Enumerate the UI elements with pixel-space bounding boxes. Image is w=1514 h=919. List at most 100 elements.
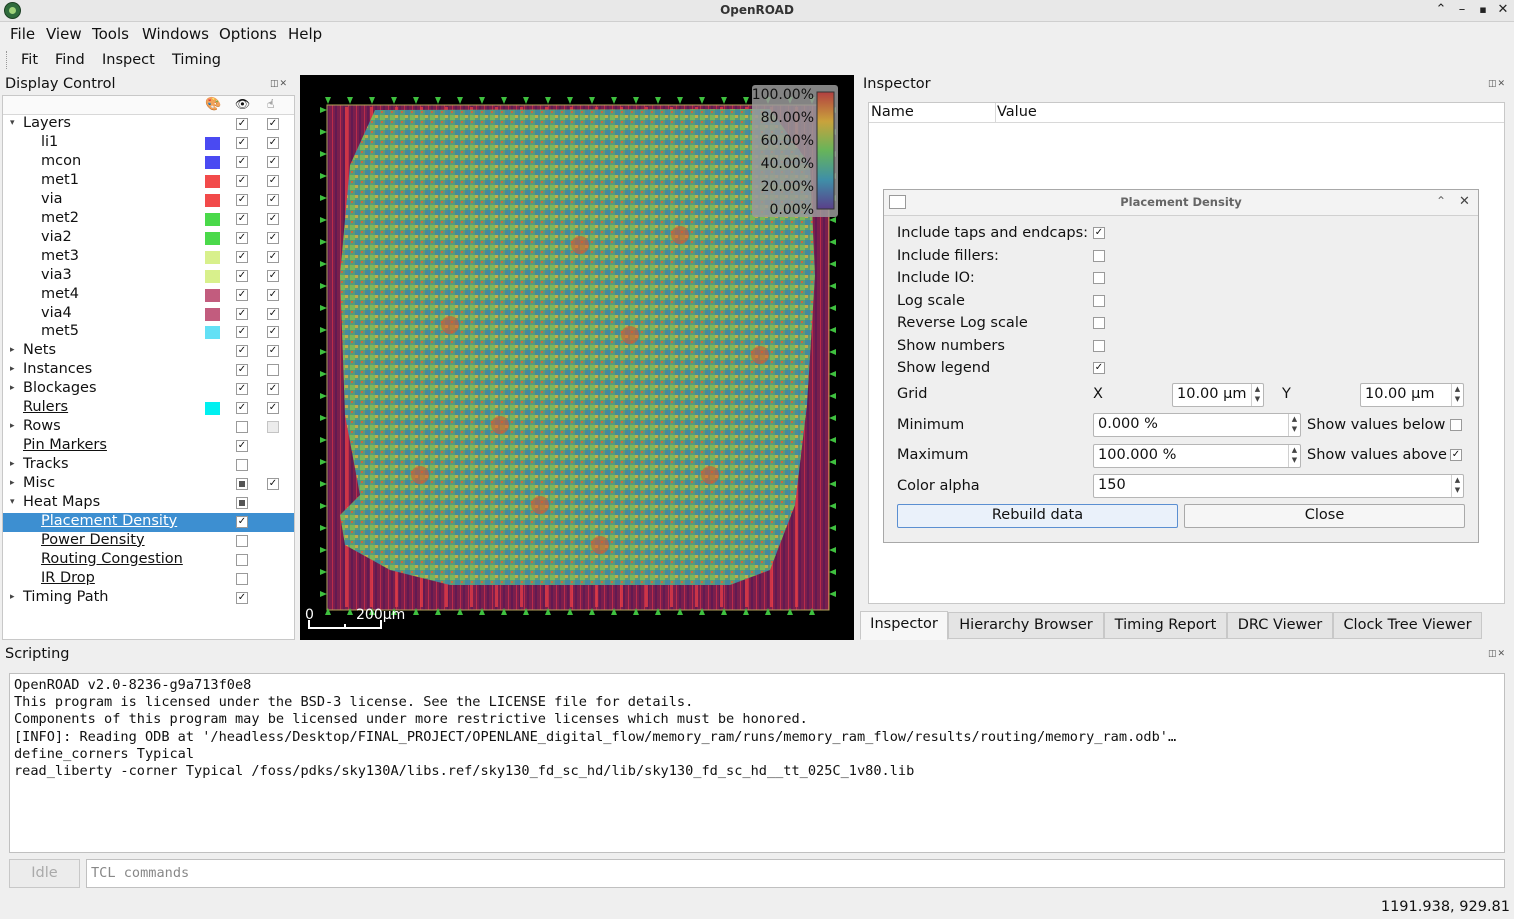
expand-arrow-icon[interactable]: ▾ bbox=[10, 118, 15, 128]
inspect-button[interactable]: Inspect bbox=[102, 52, 155, 68]
selectable-checkbox[interactable]: ✓ bbox=[267, 193, 279, 206]
selectable-checkbox[interactable]: ✓ bbox=[267, 288, 279, 301]
show-values-above-checkbox[interactable]: ✓ bbox=[1450, 449, 1462, 461]
tree-row[interactable]: IR Drop bbox=[3, 570, 294, 589]
visible-checkbox[interactable]: ✓ bbox=[236, 440, 248, 453]
density-option-checkbox[interactable]: ✓ bbox=[1093, 362, 1105, 374]
selectable-checkbox[interactable] bbox=[267, 421, 279, 434]
visible-checkbox[interactable]: ✓ bbox=[236, 250, 248, 263]
tree-row[interactable]: met3 ✓ ✓ bbox=[3, 248, 294, 267]
visible-checkbox[interactable]: ✓ bbox=[236, 307, 248, 320]
visible-checkbox[interactable] bbox=[236, 572, 248, 585]
tree-row[interactable]: Routing Congestion bbox=[3, 551, 294, 570]
tree-row[interactable]: Rulers ✓ ✓ bbox=[3, 399, 294, 418]
tree-row[interactable]: ▸ Rows bbox=[3, 418, 294, 437]
find-button[interactable]: Find bbox=[55, 52, 85, 68]
selectable-checkbox[interactable]: ✓ bbox=[267, 326, 279, 339]
dialog-close-icon[interactable]: ✕ bbox=[1459, 194, 1470, 209]
tree-row[interactable]: ▾ Heat Maps bbox=[3, 494, 294, 513]
tab-hierarchy-browser[interactable]: Hierarchy Browser bbox=[948, 612, 1104, 639]
layer-color-swatch[interactable] bbox=[205, 269, 220, 283]
collapse-arrow-icon[interactable]: ▸ bbox=[10, 421, 15, 431]
selectable-checkbox[interactable]: ✓ bbox=[267, 231, 279, 244]
dock-float-close-icons[interactable]: ◫✕ bbox=[270, 79, 288, 89]
grid-x-input[interactable]: 10.00 µm ▲ ▼ bbox=[1172, 383, 1264, 407]
visible-checkbox[interactable]: ✓ bbox=[236, 288, 248, 301]
visible-checkbox[interactable]: ✓ bbox=[236, 515, 248, 528]
layer-color-swatch[interactable] bbox=[205, 155, 220, 169]
visible-checkbox[interactable]: ✓ bbox=[236, 269, 248, 282]
visible-checkbox[interactable]: ✓ bbox=[236, 345, 248, 358]
tree-row[interactable]: met2 ✓ ✓ bbox=[3, 210, 294, 229]
layer-color-swatch[interactable] bbox=[205, 402, 220, 416]
minimize-icon[interactable]: – bbox=[1453, 2, 1471, 17]
tab-clock-tree-viewer[interactable]: Clock Tree Viewer bbox=[1333, 612, 1482, 639]
collapse-arrow-icon[interactable]: ▸ bbox=[10, 478, 15, 488]
tree-row[interactable]: ▾ Layers ✓ ✓ bbox=[3, 115, 294, 134]
menu-file[interactable]: File bbox=[10, 25, 35, 43]
tree-row[interactable]: via ✓ ✓ bbox=[3, 191, 294, 210]
selectable-checkbox[interactable]: ✓ bbox=[267, 136, 279, 149]
tree-row[interactable]: Power Density bbox=[3, 532, 294, 551]
visible-checkbox[interactable]: ✓ bbox=[236, 212, 248, 225]
layer-color-swatch[interactable] bbox=[205, 231, 220, 245]
selectable-checkbox[interactable]: ✓ bbox=[267, 383, 279, 396]
tree-row[interactable]: ▸ Misc ✓ bbox=[3, 475, 294, 494]
tree-row[interactable]: met5 ✓ ✓ bbox=[3, 323, 294, 342]
expand-arrow-icon[interactable]: ▾ bbox=[10, 497, 15, 507]
selectable-checkbox[interactable]: ✓ bbox=[267, 250, 279, 263]
scripting-dock-icons[interactable]: ◫✕ bbox=[1488, 649, 1506, 659]
tree-row[interactable]: ▸ Blockages ✓ ✓ bbox=[3, 380, 294, 399]
fit-button[interactable]: Fit bbox=[21, 52, 38, 68]
density-option-checkbox[interactable] bbox=[1093, 317, 1105, 329]
density-option-checkbox[interactable] bbox=[1093, 249, 1105, 262]
density-option-checkbox[interactable] bbox=[1093, 294, 1105, 307]
visible-checkbox[interactable] bbox=[236, 459, 248, 472]
tree-row[interactable]: met1 ✓ ✓ bbox=[3, 172, 294, 191]
visible-checkbox[interactable]: ✓ bbox=[236, 118, 248, 130]
show-values-below-checkbox[interactable] bbox=[1450, 419, 1462, 431]
tree-row[interactable]: via4 ✓ ✓ bbox=[3, 305, 294, 324]
dialog-shade-icon[interactable]: ⌃ bbox=[1436, 194, 1446, 208]
tree-row[interactable]: met4 ✓ ✓ bbox=[3, 286, 294, 305]
timing-button[interactable]: Timing bbox=[172, 52, 221, 68]
selectable-checkbox[interactable]: ✓ bbox=[267, 345, 279, 358]
menu-help[interactable]: Help bbox=[288, 25, 322, 43]
visible-checkbox[interactable]: ✓ bbox=[236, 174, 248, 187]
minimum-input[interactable]: 0.000 % ▲ ▼ bbox=[1093, 413, 1301, 437]
layer-color-swatch[interactable] bbox=[205, 212, 220, 226]
layer-color-swatch[interactable] bbox=[205, 307, 220, 321]
rebuild-data-button[interactable]: Rebuild data bbox=[897, 504, 1178, 528]
menu-tools[interactable]: Tools bbox=[92, 25, 129, 43]
tree-row[interactable]: ▸ Tracks bbox=[3, 456, 294, 475]
selectable-checkbox[interactable]: ✓ bbox=[267, 269, 279, 282]
visible-checkbox[interactable]: ✓ bbox=[236, 193, 248, 206]
layer-color-swatch[interactable] bbox=[205, 288, 220, 302]
value-column-header[interactable]: Value bbox=[997, 104, 1037, 120]
tree-row[interactable]: mcon ✓ ✓ bbox=[3, 153, 294, 172]
collapse-arrow-icon[interactable]: ▸ bbox=[10, 383, 15, 393]
tree-row[interactable]: Placement Density ✓ bbox=[3, 512, 294, 532]
name-column-header[interactable]: Name bbox=[871, 104, 914, 120]
visible-checkbox[interactable] bbox=[236, 553, 248, 566]
layer-color-swatch[interactable] bbox=[205, 193, 220, 207]
toolbar-grip[interactable] bbox=[6, 51, 9, 69]
collapse-arrow-icon[interactable]: ▸ bbox=[10, 592, 15, 602]
color-alpha-input[interactable]: 150 ▲ ▼ bbox=[1093, 474, 1464, 498]
inspector-dock-icons[interactable]: ◫✕ bbox=[1488, 79, 1506, 89]
selectable-checkbox[interactable] bbox=[267, 364, 279, 377]
visible-checkbox[interactable] bbox=[236, 497, 248, 509]
selectable-checkbox[interactable]: ✓ bbox=[267, 155, 279, 168]
tab-drc-viewer[interactable]: DRC Viewer bbox=[1227, 612, 1333, 639]
layer-color-swatch[interactable] bbox=[205, 136, 220, 150]
maximize-icon[interactable]: ▪ bbox=[1474, 3, 1492, 16]
tab-inspector[interactable]: Inspector bbox=[860, 611, 948, 640]
menu-view[interactable]: View bbox=[46, 25, 82, 43]
visible-checkbox[interactable]: ✓ bbox=[236, 383, 248, 396]
menu-options[interactable]: Options bbox=[219, 25, 277, 43]
menu-windows[interactable]: Windows bbox=[142, 25, 209, 43]
tree-row[interactable]: Pin Markers ✓ bbox=[3, 437, 294, 456]
visible-checkbox[interactable]: ✓ bbox=[236, 326, 248, 339]
tree-row[interactable]: ▸ Instances ✓ bbox=[3, 361, 294, 380]
layout-viewer[interactable]: 100.00% 80.00% 60.00% 40.00% 20.00% 0.00… bbox=[300, 75, 854, 640]
